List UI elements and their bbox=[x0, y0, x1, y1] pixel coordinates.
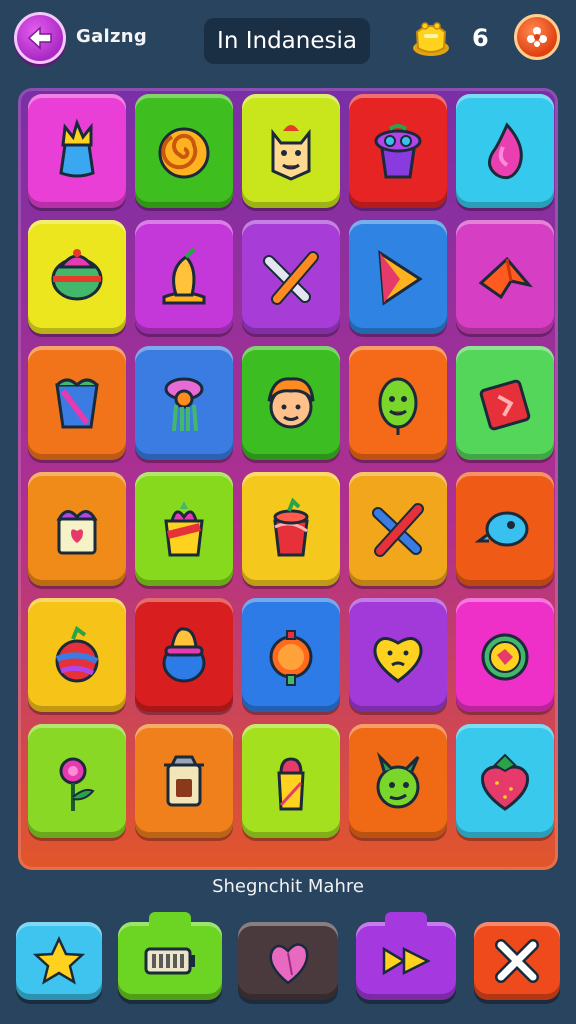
swirl-icon bbox=[158, 127, 210, 179]
strawberry-icon bbox=[480, 753, 530, 811]
tile-r5-c4[interactable] bbox=[349, 598, 447, 712]
back-arrow-icon bbox=[27, 26, 52, 50]
play-arrow-icon bbox=[378, 250, 423, 306]
tile-r3-c3[interactable] bbox=[242, 346, 340, 460]
tile-r6-c2[interactable] bbox=[135, 724, 233, 838]
mango-icon bbox=[162, 247, 206, 305]
flower-gear-icon bbox=[527, 27, 547, 47]
tile-r6-c4[interactable] bbox=[349, 724, 447, 838]
tile-r3-c5[interactable] bbox=[456, 346, 554, 460]
tile-r3-c2[interactable] bbox=[135, 346, 233, 460]
tile-r1-c4[interactable] bbox=[349, 94, 447, 208]
battery-button[interactable] bbox=[118, 912, 222, 1000]
crown-cup-icon bbox=[59, 118, 95, 178]
cat-mask-icon bbox=[271, 125, 311, 181]
tile-r2-c4[interactable] bbox=[349, 220, 447, 334]
close-button[interactable] bbox=[474, 922, 560, 1000]
gift-box-icon bbox=[56, 510, 98, 555]
star-icon bbox=[33, 936, 85, 985]
tile-r1-c2[interactable] bbox=[135, 94, 233, 208]
coin-pot-icon bbox=[413, 22, 449, 56]
bottle-icon bbox=[277, 757, 305, 811]
tile-r5-c5[interactable] bbox=[456, 598, 554, 712]
tile-r4-c2[interactable] bbox=[135, 472, 233, 586]
orange-lollipop-icon bbox=[269, 630, 313, 686]
fruit-jar-icon bbox=[55, 625, 99, 683]
gift-cup-icon bbox=[164, 501, 204, 557]
bubble-icon bbox=[474, 511, 529, 547]
cupcake-icon bbox=[51, 249, 103, 301]
tile-r6-c1[interactable] bbox=[28, 724, 126, 838]
tile-r3-c4[interactable] bbox=[349, 346, 447, 460]
bottom-toolbar bbox=[0, 912, 576, 1012]
dragon-icon bbox=[376, 751, 420, 809]
crossed-brushes-icon bbox=[372, 503, 424, 557]
tile-r2-c3[interactable] bbox=[242, 220, 340, 334]
coin-badge-icon bbox=[481, 633, 529, 681]
boy-face-icon bbox=[267, 377, 315, 429]
vase-icon bbox=[55, 378, 99, 429]
tile-r1-c5[interactable] bbox=[456, 94, 554, 208]
tile-r1-c1[interactable] bbox=[28, 94, 126, 208]
tile-r6-c5[interactable] bbox=[456, 724, 554, 838]
strawberry-cup-icon bbox=[273, 497, 309, 557]
lantern-icon bbox=[164, 755, 204, 807]
board-caption: Shegnchit Mahre bbox=[212, 876, 364, 897]
heart-button[interactable] bbox=[238, 922, 338, 1000]
settings-button[interactable] bbox=[514, 14, 560, 60]
score-value: 6 bbox=[472, 24, 489, 52]
balloon-creature-icon bbox=[378, 377, 418, 435]
tile-r3-c1[interactable] bbox=[28, 346, 126, 460]
battery-icon bbox=[144, 947, 195, 975]
tile-r4-c4[interactable] bbox=[349, 472, 447, 586]
tile-r2-c5[interactable] bbox=[456, 220, 554, 334]
tile-r6-c3[interactable] bbox=[242, 724, 340, 838]
tile-grid bbox=[28, 94, 554, 838]
flame-drop-icon bbox=[488, 122, 523, 180]
tile-r5-c1[interactable] bbox=[28, 598, 126, 712]
fast-forward-button[interactable] bbox=[356, 912, 456, 1000]
back-button[interactable] bbox=[14, 12, 66, 64]
paper-plane-icon bbox=[478, 256, 534, 300]
card-icon bbox=[479, 379, 531, 431]
leaf-heart-icon bbox=[269, 943, 309, 985]
jellyfish-icon bbox=[164, 377, 204, 432]
close-icon bbox=[495, 939, 539, 983]
tile-r1-c3[interactable] bbox=[242, 94, 340, 208]
top-bar: Galzng In Indanesia 6 bbox=[0, 0, 576, 80]
tile-r5-c2[interactable] bbox=[135, 598, 233, 712]
fast-forward-icon bbox=[382, 946, 431, 976]
crossed-pens-icon bbox=[263, 251, 319, 305]
flower-icon bbox=[59, 757, 95, 811]
tile-r5-c3[interactable] bbox=[242, 598, 340, 712]
tile-r2-c1[interactable] bbox=[28, 220, 126, 334]
star-button[interactable] bbox=[16, 922, 102, 1000]
game-title: Galzng bbox=[76, 26, 148, 47]
tile-r4-c1[interactable] bbox=[28, 472, 126, 586]
masked-pot-icon bbox=[374, 124, 422, 179]
heart-face-icon bbox=[373, 637, 423, 683]
level-title: In Indanesia bbox=[204, 18, 370, 64]
tile-r2-c2[interactable] bbox=[135, 220, 233, 334]
sundae-icon bbox=[162, 627, 206, 683]
tile-r4-c3[interactable] bbox=[242, 472, 340, 586]
tile-r4-c5[interactable] bbox=[456, 472, 554, 586]
